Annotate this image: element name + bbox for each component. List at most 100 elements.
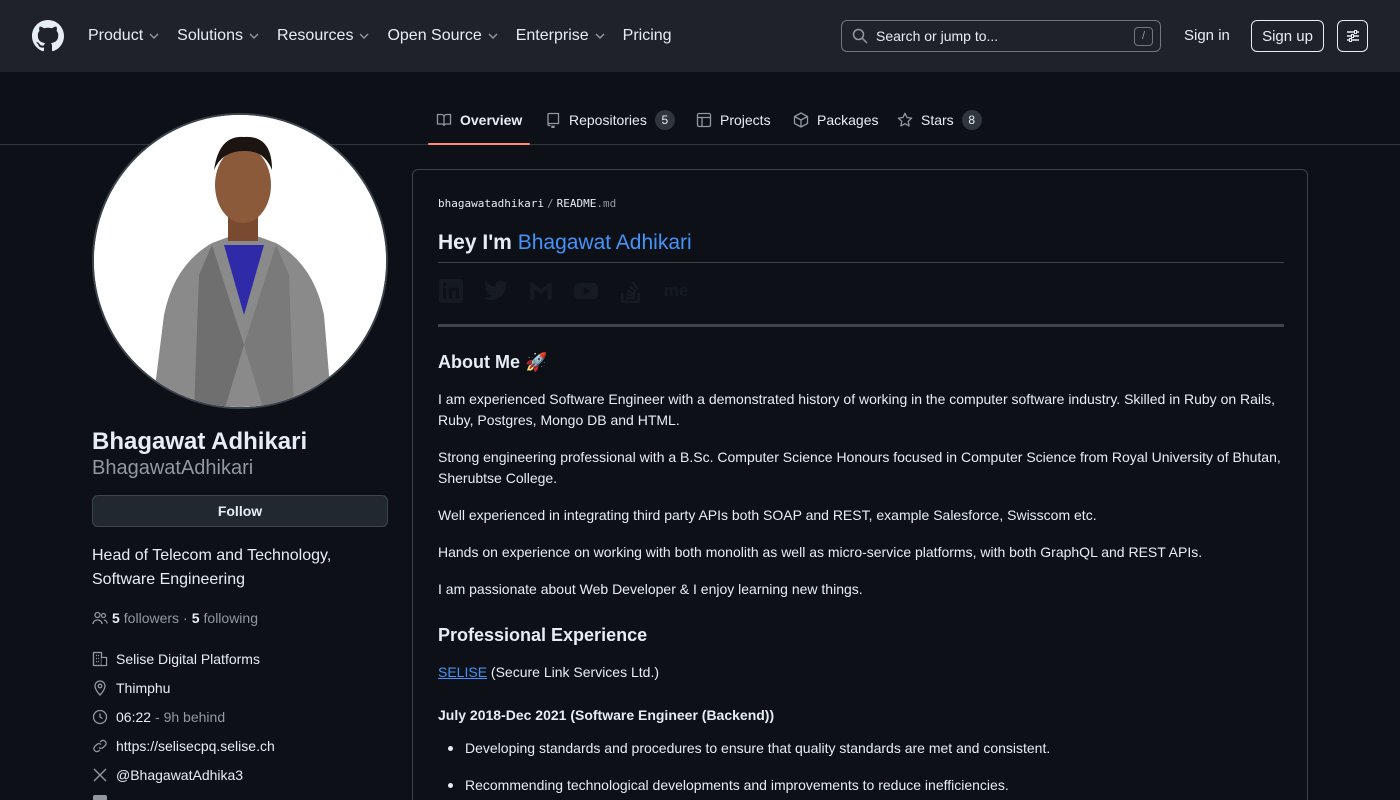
tab-overview[interactable]: Overview — [427, 96, 531, 145]
tab-stars[interactable]: Stars 8 — [897, 96, 982, 144]
list-item: Recommending technological developments … — [438, 777, 1009, 793]
experience-period: July 2018-Dec 2021 (Software Engineer (B… — [438, 707, 775, 723]
list-item-text: Recommending technological developments … — [465, 777, 1009, 793]
tab-label: Projects — [720, 112, 771, 128]
nav-label: Open Source — [387, 27, 482, 44]
tab-repositories[interactable]: Repositories 5 — [545, 96, 675, 144]
search-placeholder: Search or jump to... — [876, 28, 999, 44]
following-link[interactable]: following — [204, 610, 258, 626]
gmail-icon — [530, 282, 552, 300]
linkedin-link[interactable] — [438, 278, 464, 304]
chevron-down-icon — [149, 33, 159, 39]
avatar[interactable] — [92, 113, 388, 409]
following-count[interactable]: 5 — [192, 610, 200, 626]
nav-label: Resources — [276, 27, 354, 44]
book-icon — [436, 113, 452, 127]
repositories-count: 5 — [654, 110, 675, 130]
heading-divider — [438, 262, 1284, 263]
organization-icon — [92, 651, 108, 667]
chevron-down-icon — [359, 33, 369, 39]
nav-enterprise[interactable]: Enterprise — [516, 27, 605, 45]
readme-greeting: Hey I'm Bhagawat Adhikari — [438, 231, 692, 255]
clock-icon — [92, 709, 108, 725]
nav-open-source[interactable]: Open Source — [387, 27, 498, 45]
stackoverflow-link[interactable] — [618, 278, 644, 304]
appearance-settings-button[interactable] — [1337, 20, 1368, 52]
tab-label: Packages — [817, 112, 879, 128]
location-name: Thimphu — [116, 680, 171, 696]
website-link[interactable]: https://selisecpq.selise.ch — [116, 738, 275, 754]
company-name: Selise Digital Platforms — [116, 651, 260, 667]
follow-separator: · — [183, 610, 188, 626]
youtube-link[interactable] — [573, 278, 599, 304]
experience-heading: Professional Experience — [438, 625, 648, 645]
twitter-bird-icon — [484, 280, 508, 300]
profile-location: Thimphu — [92, 680, 170, 696]
nav-label: Solutions — [177, 27, 243, 44]
package-icon — [793, 112, 809, 128]
profile-company: Selise Digital Platforms — [92, 651, 260, 667]
profile-next-item — [92, 794, 116, 800]
readme-file-ext: .md — [596, 197, 617, 210]
greeting-prefix: Hey I'm — [438, 231, 512, 254]
twitter-handle[interactable]: @BhagawatAdhika3 — [116, 767, 243, 783]
stars-count: 8 — [961, 110, 982, 130]
search-icon — [852, 28, 868, 44]
about-paragraph-4: Hands on experience on working with both… — [438, 544, 1203, 560]
bullet-dot — [448, 782, 453, 788]
selise-link[interactable]: SELISE — [438, 664, 487, 680]
greeting-name-link[interactable]: Bhagawat Adhikari — [518, 231, 692, 254]
linkedin-icon — [439, 279, 463, 303]
readme-file-name[interactable]: README — [557, 197, 597, 210]
about-paragraph-2: Strong engineering professional with a B… — [438, 449, 1281, 486]
section-divider — [438, 324, 1284, 327]
tab-label: Overview — [460, 112, 523, 128]
sign-in-link[interactable]: Sign in — [1184, 27, 1230, 44]
nav-label: Pricing — [622, 27, 672, 44]
profile-twitter[interactable]: @BhagawatAdhika3 — [92, 767, 243, 783]
people-icon — [92, 611, 108, 625]
follow-button[interactable]: Follow — [92, 495, 388, 527]
about-paragraph-3: Well experienced in integrating third pa… — [438, 507, 1097, 523]
social-links: me — [438, 278, 708, 304]
linkedin-icon — [93, 795, 107, 800]
tab-label: Stars — [921, 112, 954, 128]
followers-link[interactable]: followers — [124, 610, 179, 626]
main-nav: Product Solutions Resources Open Source … — [88, 0, 690, 72]
search-input[interactable]: Search or jump to... / — [841, 20, 1161, 52]
local-time: 06:22 — [116, 709, 152, 725]
profile-website[interactable]: https://selisecpq.selise.ch — [92, 738, 275, 754]
chevron-down-icon — [249, 33, 259, 39]
twitter-link[interactable] — [483, 278, 509, 304]
nav-product[interactable]: Product — [88, 27, 159, 45]
gmail-link[interactable] — [528, 278, 554, 304]
followers-count[interactable]: 5 — [112, 610, 120, 626]
tab-packages[interactable]: Packages — [793, 96, 878, 144]
site-header: Product Solutions Resources Open Source … — [0, 0, 1400, 72]
tab-projects[interactable]: Projects — [696, 96, 771, 144]
chevron-down-icon — [595, 33, 605, 39]
company-full-name: (Secure Link Services Ltd.) — [487, 664, 659, 680]
readme-breadcrumb: bhagawatadhikari / README.md — [438, 197, 616, 210]
stackoverflow-icon — [621, 281, 640, 304]
nav-solutions[interactable]: Solutions — [177, 27, 259, 45]
breadcrumb-separator: / — [546, 197, 554, 210]
experience-company: SELISE (Secure Link Services Ltd.) — [438, 662, 1284, 683]
profile-local-time: 06:22 - 9h behind — [92, 709, 225, 725]
readme-repo-link[interactable]: bhagawatadhikari — [438, 197, 544, 210]
repo-icon — [547, 112, 560, 128]
github-logo-icon[interactable] — [32, 20, 64, 52]
profile-username: BhagawatAdhikari — [92, 457, 254, 479]
location-icon — [94, 680, 106, 696]
table-icon — [696, 112, 712, 128]
nav-resources[interactable]: Resources — [277, 27, 369, 45]
about-me-link[interactable]: me — [663, 278, 689, 304]
time-offset: - 9h behind — [155, 709, 226, 725]
chevron-down-icon — [488, 33, 498, 39]
nav-pricing[interactable]: Pricing — [623, 27, 672, 45]
about-paragraph-5: I am passionate about Web Developer & I … — [438, 581, 863, 597]
readme-panel: bhagawatadhikari / README.md Hey I'm Bhaga… — [412, 169, 1308, 800]
sign-up-button[interactable]: Sign up — [1251, 20, 1324, 52]
star-icon — [897, 112, 913, 127]
youtube-icon — [574, 282, 598, 300]
